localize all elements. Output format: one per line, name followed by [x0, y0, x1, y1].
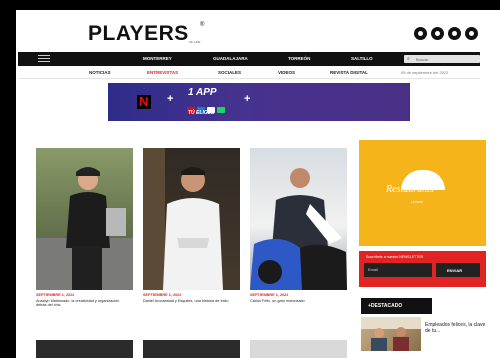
nav-sociales[interactable]: SOCIALES [218, 70, 241, 75]
menu-icon[interactable] [38, 55, 50, 63]
article-date-3: SEPTIEMBRE 1, 2022 [250, 293, 289, 297]
logo-registered-mark: ® [200, 22, 205, 28]
nav-noticias[interactable]: NOTICIAS [89, 70, 111, 75]
search-placeholder: Buscar [416, 56, 429, 62]
logo-subtitle: OF LIFE [189, 40, 201, 44]
app-logos [187, 100, 233, 113]
banner-subtitle: TÚ ELIGES [188, 110, 215, 116]
promo-subtitle: LAYERS [411, 200, 423, 204]
destacado-title[interactable]: Empleados felices, la clave de tu... [425, 322, 491, 334]
banner-title: 1 APP [188, 87, 217, 98]
send-button[interactable]: ENVIAR [436, 263, 480, 277]
newsletter-box: Suscríbete a nuestro NEWSLETTER Email EN… [359, 251, 486, 287]
email-field[interactable]: Email [364, 263, 432, 277]
article-image-4[interactable] [36, 340, 133, 358]
article-title-3[interactable]: Carlos Félix, un gato motorizado [250, 299, 342, 303]
article-date-2: SEPTIEMBRE 1, 2022 [143, 293, 182, 297]
email-placeholder: Email [368, 267, 379, 272]
city-link-guadalajara[interactable]: GUADALAJARA [213, 56, 248, 61]
instagram-icon[interactable] [448, 27, 461, 40]
city-link-monterrey[interactable]: MONTERREY [143, 56, 172, 61]
destacado-label: +DESTACADO [368, 303, 403, 309]
article-photo-1 [36, 167, 133, 290]
search-icon: ⌕ [407, 56, 410, 62]
nav-revista-digital[interactable]: REVISTA DIGITAL [330, 70, 368, 75]
destacado-image[interactable] [361, 317, 421, 351]
facebook-icon[interactable] [414, 27, 427, 40]
nav-divider [18, 78, 480, 79]
article-image-1[interactable] [36, 148, 133, 290]
web-page: PLAYERS ® OF LIFE MONTERREY GUADALAJARA … [16, 10, 500, 358]
city-link-torreon[interactable]: TORREÓN [288, 56, 310, 61]
newsletter-label: Suscríbete a nuestro NEWSLETTER [366, 255, 424, 259]
send-button-label: ENVIAR [447, 267, 463, 273]
players-logo[interactable]: PLAYERS [88, 22, 189, 46]
article-title-2[interactable]: Daniel Arocaestad y Esquites, una histor… [143, 299, 235, 303]
article-title-1[interactable]: Anaclyn Maldonado, la creatividad y orga… [36, 299, 128, 308]
netflix-logo: N [137, 94, 151, 109]
article-date-1: SEPTIEMBRE 1, 2022 [36, 293, 75, 297]
ad-banner[interactable]: N + 1 APP + TÚ ELIGES [108, 83, 410, 121]
plus-sign: + [167, 93, 174, 105]
destacado-header: +DESTACADO [361, 298, 432, 314]
article-photo-2 [143, 148, 223, 290]
article-image-5[interactable] [143, 340, 240, 358]
article-image-6[interactable] [250, 340, 347, 358]
search-input[interactable]: ⌕ Buscar [404, 55, 480, 63]
nav-entrevistas[interactable]: ENTREVISTAS [147, 70, 178, 75]
twitter-icon[interactable] [431, 27, 444, 40]
youtube-icon[interactable] [465, 27, 478, 40]
article-photo-3 [250, 168, 347, 290]
promo-logo: Restaurants [386, 184, 434, 195]
restaurants-promo[interactable]: Restaurants LAYERS [359, 140, 486, 246]
nav-videos[interactable]: VIDEOS [278, 70, 295, 75]
article-image-2[interactable] [143, 148, 240, 290]
article-image-3[interactable] [250, 148, 347, 290]
current-date: 05 de septiembre del 2022 [401, 70, 449, 75]
city-bar: MONTERREY GUADALAJARA TORREÓN SALTILLO ⌕… [18, 52, 480, 66]
plus-sign-2: + [244, 93, 251, 105]
city-link-saltillo[interactable]: SALTILLO [351, 56, 373, 61]
destacado-photo [361, 317, 421, 351]
